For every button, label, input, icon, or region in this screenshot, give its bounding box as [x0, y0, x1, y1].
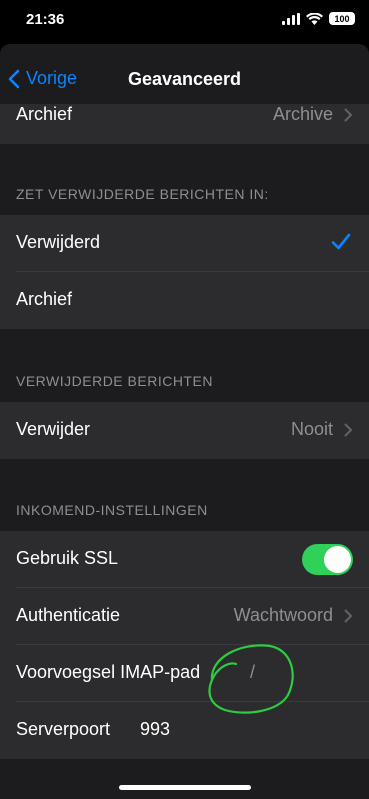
chevron-right-icon — [344, 108, 353, 122]
remove-label: Verwijder — [16, 419, 91, 439]
ssl-toggle[interactable] — [302, 544, 353, 575]
settings-sheet: Vorige Geavanceerd Archief Archive ZET V… — [0, 44, 369, 799]
option-deleted-row[interactable]: Verwijderd — [0, 215, 369, 272]
remove-value: Nooit — [290, 419, 333, 439]
remove-row[interactable]: Verwijder Nooit — [0, 402, 369, 459]
server-port-label: Serverpoort — [16, 719, 111, 739]
ssl-label: Gebruik SSL — [16, 548, 119, 568]
toggle-knob — [324, 546, 351, 573]
chevron-right-icon — [344, 423, 353, 437]
imap-prefix-label: Voorvoegsel IMAP-pad — [16, 662, 201, 682]
green-circle-annotation — [208, 644, 294, 714]
authentication-row[interactable]: Authenticatie Wachtwoord — [0, 588, 369, 645]
page-title: Geavanceerd — [127, 69, 242, 89]
imap-prefix-row[interactable]: Voorvoegsel IMAP-pad / — [0, 645, 369, 702]
option-archive-row[interactable]: Archief — [0, 272, 369, 329]
section-header-move-to: ZET VERWIJDERDE BERICHTEN IN: — [16, 186, 269, 202]
home-indicator — [119, 785, 251, 790]
ssl-row: Gebruik SSL — [0, 531, 369, 588]
navigation-bar: Vorige Geavanceerd — [0, 56, 369, 104]
status-bar: 21:36 100 — [0, 0, 369, 44]
archive-mailbox-label: Archief — [16, 104, 73, 124]
archive-mailbox-value: Archive — [272, 104, 333, 124]
authentication-value: Wachtwoord — [233, 605, 333, 625]
server-port-row[interactable]: Serverpoort 993 — [0, 702, 369, 759]
wifi-icon — [306, 12, 323, 25]
server-port-field[interactable]: 993 — [140, 719, 170, 740]
battery-icon: 100 — [329, 12, 355, 25]
section-header-incoming: INKOMEND-INSTELLINGEN — [16, 502, 208, 518]
option-archive-label: Archief — [16, 289, 73, 309]
status-time: 21:36 — [26, 11, 65, 28]
signal-icon — [282, 12, 300, 25]
status-icons: 100 — [282, 12, 355, 25]
chevron-right-icon — [344, 609, 353, 623]
section-header-deleted-messages: VERWIJDERDE BERICHTEN — [16, 373, 213, 389]
authentication-label: Authenticatie — [16, 605, 121, 625]
checkmark-icon — [331, 233, 351, 250]
option-deleted-label: Verwijderd — [16, 232, 101, 252]
